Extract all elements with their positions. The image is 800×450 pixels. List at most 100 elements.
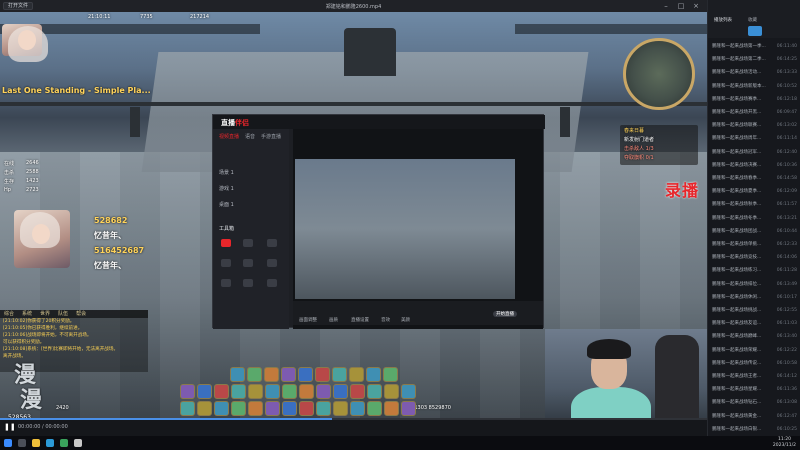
playlist-item[interactable]: 鹏隆和一起来战场冠军... 06:12:40	[712, 146, 797, 159]
scene-row[interactable]: 游戏 1	[219, 185, 234, 192]
skill-icon[interactable]	[333, 384, 348, 399]
playlist-item[interactable]: 鹏隆和一起来战场赛季... 06:12:18	[712, 93, 797, 106]
tab-mobile-live[interactable]: 手游直播	[261, 133, 281, 140]
skill-icon[interactable]	[316, 384, 331, 399]
play-icon[interactable]: ❚❚	[4, 423, 16, 431]
skill-icon[interactable]	[265, 384, 280, 399]
playlist-item[interactable]: 鹏隆和一起来战场星耀... 06:11:36	[712, 383, 797, 396]
playlist-item[interactable]: 鹏隆和一起来战场荣耀... 06:12:22	[712, 344, 797, 357]
playlist-item[interactable]: 鹏隆和一起来战场新版本... 06:10:52	[712, 80, 797, 93]
tool-icon[interactable]	[267, 279, 277, 287]
skill-icon[interactable]	[299, 401, 314, 416]
skill-icon[interactable]	[214, 384, 229, 399]
skill-icon[interactable]	[197, 384, 212, 399]
playlist-item[interactable]: 鹏隆和一起来战场挑战... 06:12:55	[712, 304, 797, 317]
video-frame[interactable]: 21:10:11 7735 217214 Last One Standing -…	[0, 12, 707, 418]
tool-icon[interactable]	[267, 259, 277, 267]
start-icon[interactable]	[4, 439, 12, 447]
playlist-item[interactable]: 鹏隆和一起来战场冬季... 06:13:21	[712, 212, 797, 225]
search-icon[interactable]	[18, 439, 26, 447]
playlist-item[interactable]: 鹏隆和一起来战场黄金... 06:12:47	[712, 410, 797, 423]
skill-icon[interactable]	[281, 367, 296, 382]
playlist-item[interactable]: 鹏隆和一起来战场王者... 06:14:12	[712, 370, 797, 383]
skill-icon[interactable]	[298, 367, 313, 382]
tab-video-live[interactable]: 视频直播	[219, 133, 239, 140]
playlist-item[interactable]: 鹏隆和一起来战场单挑... 06:12:33	[712, 238, 797, 251]
playlist-item[interactable]: 鹏隆和一起来战场巅峰... 06:13:40	[712, 330, 797, 343]
playlist-item[interactable]: 鹏隆和一起来战场决赛... 06:10:36	[712, 159, 797, 172]
skill-icon[interactable]	[231, 384, 246, 399]
tool-icon[interactable]	[221, 239, 231, 247]
playlist-item[interactable]: 鹏隆和一起来战场第一季... 06:11:40	[712, 40, 797, 53]
maximize-icon[interactable]: □	[675, 1, 687, 11]
chat-tab[interactable]: 系统	[18, 310, 36, 318]
skill-icon[interactable]	[230, 367, 245, 382]
chat-tab[interactable]: 队伍	[54, 310, 72, 318]
playlist-item[interactable]: 鹏隆和一起来战场夏季... 06:12:09	[712, 185, 797, 198]
skill-icon[interactable]	[384, 401, 399, 416]
tool-icon[interactable]	[267, 239, 277, 247]
skill-icon[interactable]	[401, 401, 416, 416]
playlist-item[interactable]: 鹏隆和一起来战场友谊... 06:11:03	[712, 317, 797, 330]
skill-icon[interactable]	[248, 401, 263, 416]
skill-icon[interactable]	[332, 367, 347, 382]
playlist-item[interactable]: 鹏隆和一起来战场春季... 06:14:58	[712, 172, 797, 185]
minimap[interactable]	[623, 38, 695, 110]
tool-icon[interactable]	[221, 259, 231, 267]
chat-tab[interactable]: 帮会	[72, 310, 90, 318]
tool-icon[interactable]	[221, 279, 231, 287]
toolbar-item[interactable]: 美颜	[401, 317, 410, 323]
tool-icon[interactable]	[243, 239, 253, 247]
playlist-item[interactable]: 鹏隆和一起来战场白银... 06:10:25	[712, 423, 797, 436]
skill-icon[interactable]	[265, 401, 280, 416]
start-live-button[interactable]: 开始直播	[493, 311, 517, 317]
skill-icon[interactable]	[180, 384, 195, 399]
playlist-item[interactable]: 鹏隆和一起来战场联赛... 06:13:02	[712, 119, 797, 132]
playlist-item[interactable]: 鹏隆和一起来战场团战... 06:10:44	[712, 225, 797, 238]
skill-icon[interactable]	[299, 384, 314, 399]
tab-voice[interactable]: 语音	[245, 133, 255, 140]
app-icon[interactable]	[60, 439, 68, 447]
skill-icon[interactable]	[350, 384, 365, 399]
skill-icon[interactable]	[231, 401, 246, 416]
skill-icon[interactable]	[248, 384, 263, 399]
playlist-item[interactable]: 鹏隆和一起来战场钻石... 06:13:08	[712, 396, 797, 409]
skill-icon[interactable]	[282, 384, 297, 399]
skill-icon[interactable]	[316, 401, 331, 416]
progress-bar[interactable]	[0, 418, 707, 420]
minimize-icon[interactable]: –	[660, 1, 672, 11]
playlist-item[interactable]: 鹏隆和一起来战场第二季... 06:14:25	[712, 53, 797, 66]
browser-icon[interactable]	[46, 439, 54, 447]
folder-icon[interactable]	[32, 439, 40, 447]
playlist-item[interactable]: 鹏隆和一起来战场排位... 06:13:49	[712, 278, 797, 291]
toolbar-item[interactable]: 画质	[329, 317, 338, 323]
skill-icon[interactable]	[384, 384, 399, 399]
playlist-item[interactable]: 鹏隆和一起来战场活动... 06:13:33	[712, 66, 797, 79]
skill-icon[interactable]	[197, 401, 212, 416]
skill-icon[interactable]	[383, 367, 398, 382]
app-icon[interactable]	[74, 439, 82, 447]
playlist-item[interactable]: 鹏隆和一起来战场休闲... 06:10:17	[712, 291, 797, 304]
tool-icon[interactable]	[243, 279, 253, 287]
toolbar-item[interactable]: 画面调整	[299, 317, 317, 323]
chat-tab[interactable]: 综合	[0, 310, 18, 318]
tab-favorites[interactable]: 收藏	[748, 17, 757, 23]
skill-icon[interactable]	[401, 384, 416, 399]
taskbar-clock[interactable]: 11:20 2023/11/2	[773, 437, 796, 449]
skill-icon[interactable]	[264, 367, 279, 382]
scene-row[interactable]: 桌面 1	[219, 201, 234, 208]
skill-icon[interactable]	[333, 401, 348, 416]
skill-icon[interactable]	[315, 367, 330, 382]
skill-icon[interactable]	[367, 401, 382, 416]
skill-icon[interactable]	[214, 401, 229, 416]
tab-playlist[interactable]: 播放列表	[714, 17, 732, 23]
skill-icon[interactable]	[282, 401, 297, 416]
skill-icon[interactable]	[247, 367, 262, 382]
skill-icon[interactable]	[366, 367, 381, 382]
playlist-item[interactable]: 鹏隆和一起来战场传说... 06:10:58	[712, 357, 797, 370]
playlist-item[interactable]: 鹏隆和一起来战场开黑... 06:09:47	[712, 106, 797, 119]
skill-icon[interactable]	[367, 384, 382, 399]
skill-icon[interactable]	[350, 401, 365, 416]
playlist-item[interactable]: 鹏隆和一起来战场练习... 06:11:28	[712, 264, 797, 277]
close-icon[interactable]: ×	[690, 1, 702, 11]
